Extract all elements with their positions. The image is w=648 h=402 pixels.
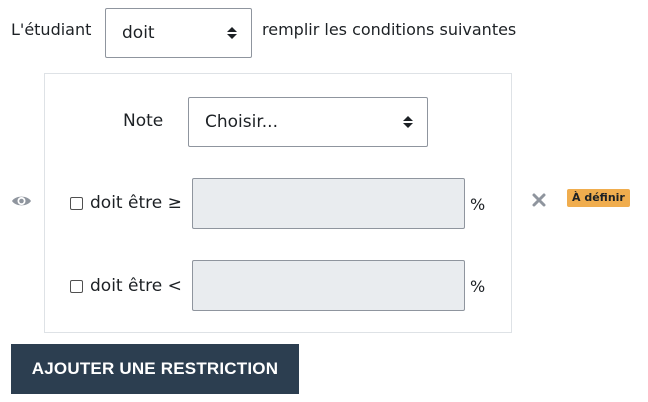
close-icon[interactable]: [531, 192, 547, 212]
add-restriction-button[interactable]: AJOUTER UNE RESTRICTION: [11, 344, 299, 394]
min-grade-toggle[interactable]: doit être ≥: [70, 193, 182, 213]
student-label: L'étudiant: [11, 20, 92, 39]
min-grade-input[interactable]: [192, 178, 465, 229]
max-grade-toggle[interactable]: doit être <: [70, 276, 182, 296]
eye-icon[interactable]: [11, 193, 32, 212]
max-grade-unit: %: [470, 277, 486, 296]
max-grade-checkbox[interactable]: [70, 279, 83, 293]
max-grade-input[interactable]: [192, 260, 465, 311]
status-badge: À définir: [567, 189, 630, 207]
select-arrows-icon: [403, 116, 413, 128]
grade-select[interactable]: Choisir...: [188, 97, 428, 147]
condition-select[interactable]: doit: [105, 8, 252, 58]
min-grade-unit: %: [470, 195, 486, 214]
conditions-label: remplir les conditions suivantes: [262, 20, 517, 39]
min-grade-checkbox[interactable]: [70, 196, 83, 210]
grade-select-value: Choisir...: [205, 112, 278, 132]
min-grade-label: doit être ≥: [90, 193, 182, 213]
max-grade-label: doit être <: [90, 276, 182, 296]
grade-label: Note: [123, 111, 164, 131]
condition-select-value: doit: [122, 23, 155, 43]
select-arrows-icon: [227, 27, 237, 39]
